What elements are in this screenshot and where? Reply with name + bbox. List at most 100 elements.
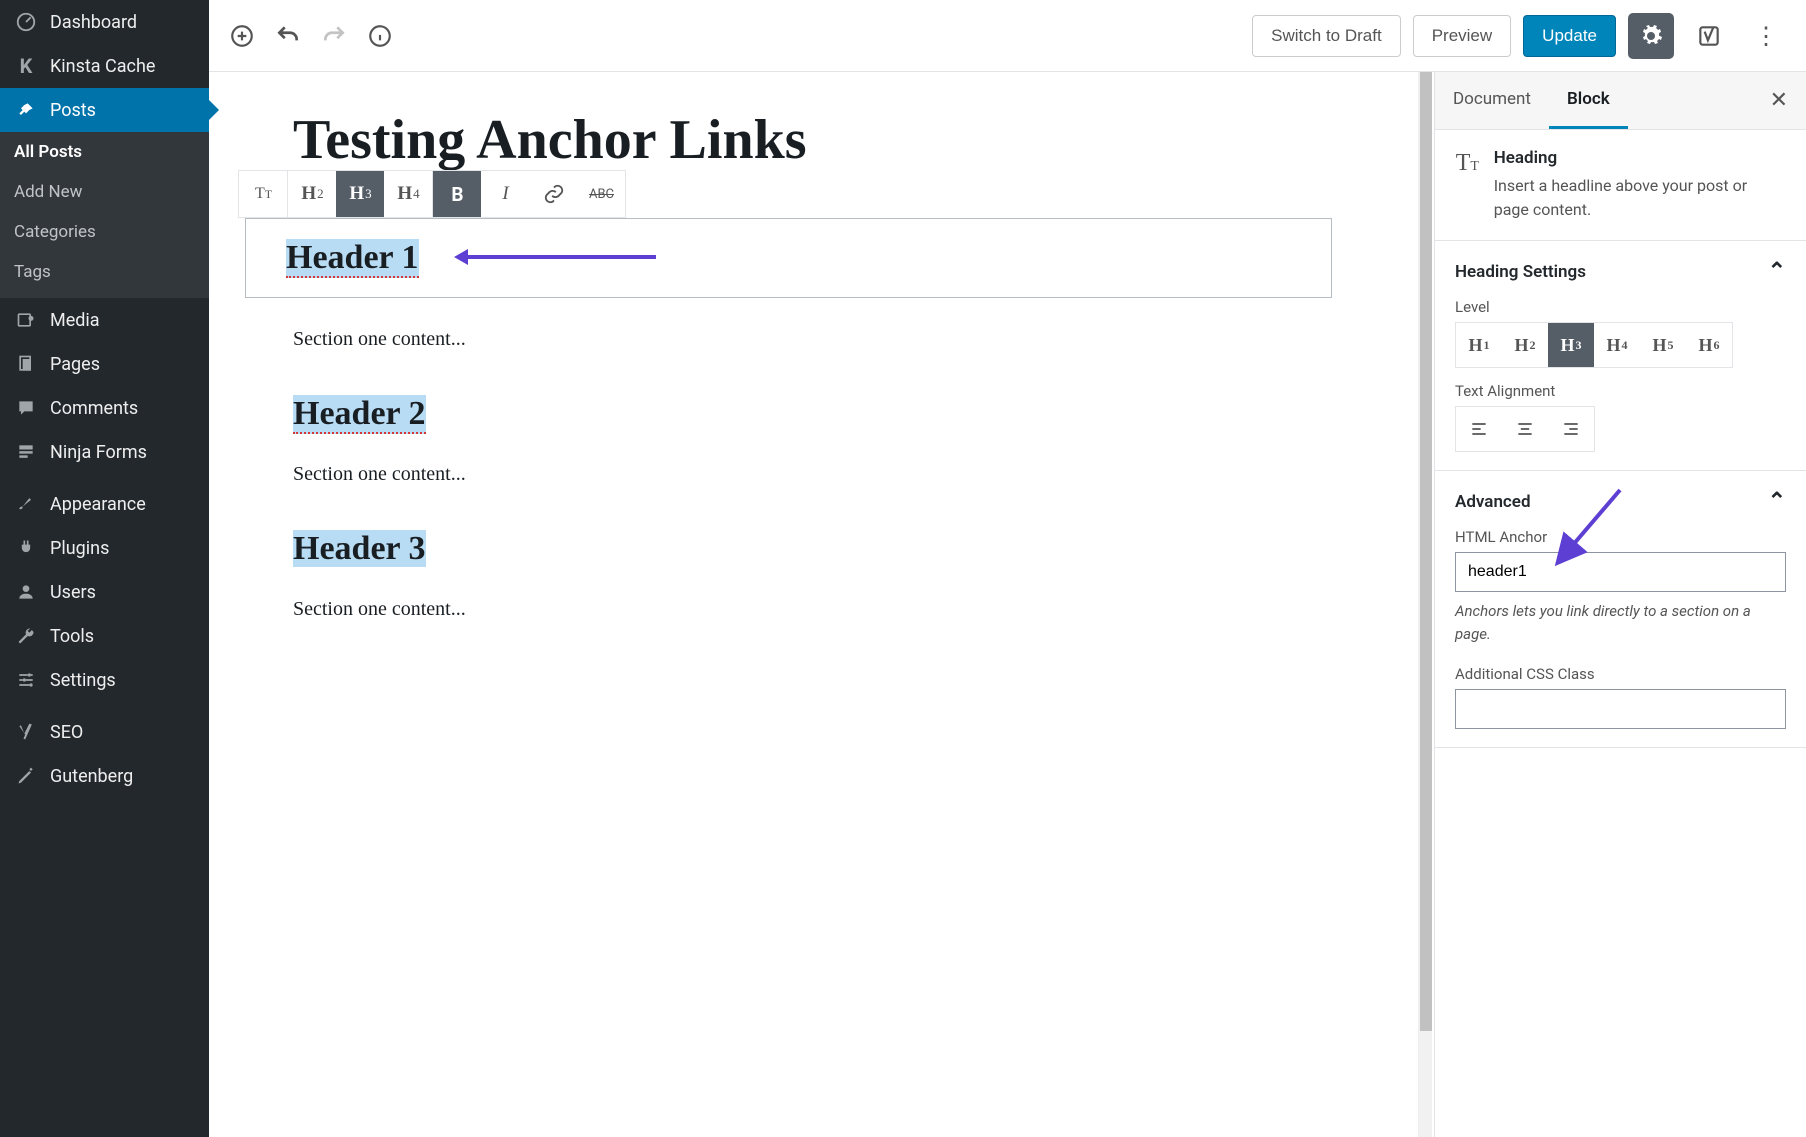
level-h3-button[interactable]: H3: [1548, 323, 1594, 367]
heading-icon: TT: [1455, 150, 1480, 177]
sidebar-item-users[interactable]: Users: [0, 570, 209, 614]
forms-icon: [14, 440, 38, 464]
annotation-arrow-icon: [466, 255, 656, 259]
h2-button[interactable]: H2: [288, 171, 336, 217]
paragraph-block[interactable]: Section one content...: [253, 328, 1372, 351]
block-toolbar: TT H2 H3 H4 B I ABC: [238, 170, 626, 218]
level-h6-button[interactable]: H6: [1686, 323, 1732, 367]
sidebar-label: Dashboard: [50, 12, 137, 33]
sidebar-label: Pages: [50, 354, 100, 375]
sidebar-item-dashboard[interactable]: Dashboard: [0, 0, 209, 44]
sidebar-item-appearance[interactable]: Appearance: [0, 482, 209, 526]
sidebar-label: Media: [50, 310, 100, 331]
switch-draft-button[interactable]: Switch to Draft: [1252, 15, 1401, 57]
h4-button[interactable]: H4: [384, 171, 432, 217]
editor-canvas[interactable]: Testing Anchor Links TT H2 H3 H4 B: [209, 72, 1416, 1137]
level-h2-button[interactable]: H2: [1502, 323, 1548, 367]
sidebar-sub-addnew[interactable]: Add New: [0, 172, 209, 212]
heading-text: Header 3: [293, 530, 426, 567]
italic-button[interactable]: I: [481, 171, 529, 217]
paragraph-text: Section one content...: [293, 463, 1372, 486]
heading-block[interactable]: Header 2: [253, 395, 1372, 433]
sidebar-label: Tools: [50, 626, 94, 647]
sidebar-label: SEO: [50, 722, 83, 743]
paragraph-text: Section one content...: [293, 328, 1372, 351]
sidebar-item-posts[interactable]: Posts: [0, 88, 209, 132]
css-class-input[interactable]: [1455, 689, 1786, 729]
editor-scrollbar[interactable]: [1416, 72, 1434, 1137]
block-type-button[interactable]: TT: [239, 171, 287, 217]
align-button-group: [1455, 406, 1595, 452]
sidebar-item-gutenberg[interactable]: Gutenberg: [0, 754, 209, 798]
close-panel-button[interactable]: ✕: [1752, 88, 1806, 113]
chevron-up-icon: ⌃: [1768, 489, 1786, 514]
sidebar-item-kinsta[interactable]: K Kinsta Cache: [0, 44, 209, 88]
heading-block[interactable]: TT H2 H3 H4 B I ABC: [245, 218, 1332, 298]
sidebar-item-media[interactable]: Media: [0, 298, 209, 342]
sidebar-item-comments[interactable]: Comments: [0, 386, 209, 430]
sidebar-item-seo[interactable]: SEO: [0, 710, 209, 754]
sidebar-item-settings[interactable]: Settings: [0, 658, 209, 702]
heading-text: Header 2: [293, 395, 426, 434]
settings-toggle-button[interactable]: [1628, 13, 1674, 59]
sidebar-item-plugins[interactable]: Plugins: [0, 526, 209, 570]
paragraph-text: Section one content...: [293, 598, 1372, 621]
level-h4-button[interactable]: H4: [1594, 323, 1640, 367]
sidebar-item-pages[interactable]: Pages: [0, 342, 209, 386]
settings-panel: Document Block ✕ TT Heading Insert a hea…: [1434, 72, 1806, 1137]
brush-icon: [14, 492, 38, 516]
block-tab[interactable]: Block: [1549, 72, 1628, 129]
sidebar-sub-allposts[interactable]: All Posts: [0, 132, 209, 172]
document-tab[interactable]: Document: [1435, 72, 1549, 129]
admin-sidebar: Dashboard K Kinsta Cache Posts All Posts…: [0, 0, 209, 1137]
heading-settings-toggle[interactable]: Heading Settings ⌃: [1455, 259, 1786, 284]
block-description: Insert a headline above your post or pag…: [1494, 174, 1786, 222]
yoast-panel-button[interactable]: [1686, 13, 1732, 59]
text-align-label: Text Alignment: [1455, 382, 1786, 400]
h3-button[interactable]: H3: [336, 171, 384, 217]
sidebar-item-tools[interactable]: Tools: [0, 614, 209, 658]
yoast-icon: [14, 720, 38, 744]
sidebar-label: Settings: [50, 670, 116, 691]
level-button-group: H1 H2 H3 H4 H5 H6: [1455, 322, 1733, 368]
sidebar-label: Users: [50, 582, 96, 603]
block-name: Heading: [1494, 148, 1786, 168]
kinsta-icon: K: [14, 54, 38, 78]
plug-icon: [14, 536, 38, 560]
more-menu-button[interactable]: ⋮: [1744, 16, 1788, 56]
level-h5-button[interactable]: H5: [1640, 323, 1686, 367]
heading-text[interactable]: Header 1: [286, 239, 419, 278]
sidebar-label: Posts: [50, 100, 96, 121]
info-button[interactable]: [365, 21, 395, 51]
preview-button[interactable]: Preview: [1413, 15, 1511, 57]
strikethrough-button[interactable]: ABC: [577, 171, 625, 217]
post-title[interactable]: Testing Anchor Links: [253, 108, 1372, 172]
add-block-button[interactable]: [227, 21, 257, 51]
redo-button[interactable]: [319, 21, 349, 51]
bold-button[interactable]: B: [433, 171, 481, 217]
sidebar-sub-categories[interactable]: Categories: [0, 212, 209, 252]
align-right-button[interactable]: [1548, 407, 1594, 451]
link-button[interactable]: [529, 171, 577, 217]
chevron-up-icon: ⌃: [1768, 259, 1786, 284]
align-center-button[interactable]: [1502, 407, 1548, 451]
sidebar-label: Ninja Forms: [50, 442, 147, 463]
sidebar-label: Plugins: [50, 538, 109, 559]
heading-block[interactable]: Header 3: [253, 530, 1372, 568]
paragraph-block[interactable]: Section one content...: [253, 463, 1372, 486]
sidebar-label: Comments: [50, 398, 138, 419]
align-left-button[interactable]: [1456, 407, 1502, 451]
user-icon: [14, 580, 38, 604]
comment-icon: [14, 396, 38, 420]
anchor-help-text: Anchors lets you link directly to a sect…: [1455, 600, 1786, 645]
paragraph-block[interactable]: Section one content...: [253, 598, 1372, 621]
level-h1-button[interactable]: H1: [1456, 323, 1502, 367]
sliders-icon: [14, 668, 38, 692]
update-button[interactable]: Update: [1523, 15, 1616, 57]
sidebar-item-ninjaforms[interactable]: Ninja Forms: [0, 430, 209, 474]
pin-icon: [14, 98, 38, 122]
sidebar-sub-tags[interactable]: Tags: [0, 252, 209, 298]
pages-icon: [14, 352, 38, 376]
annotation-arrow-icon: [1545, 485, 1635, 575]
undo-button[interactable]: [273, 21, 303, 51]
